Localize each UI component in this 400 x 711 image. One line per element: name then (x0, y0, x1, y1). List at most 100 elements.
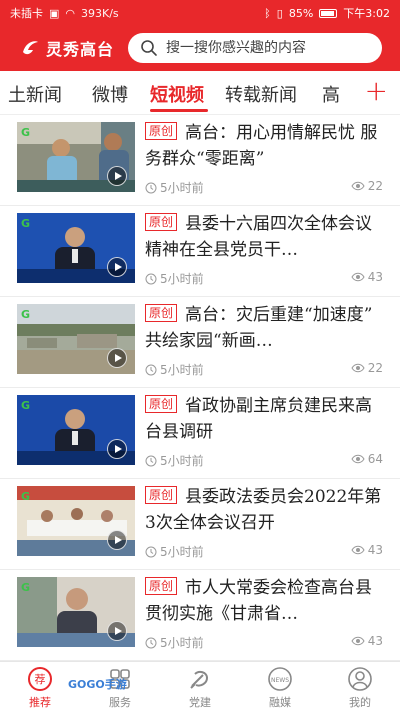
play-icon[interactable] (107, 621, 127, 641)
view-count: 22 (367, 361, 383, 375)
sim-icon: ▣ (49, 6, 60, 20)
user-icon (348, 667, 372, 691)
nav-label: 融媒 (269, 696, 291, 709)
nav-media[interactable]: NEWS 融媒 (250, 666, 310, 710)
app-header: 未插卡 ▣ ◠ 393K/s ᛒ ▯ 85% 下午3:02 灵秀高台 (0, 0, 400, 71)
clock-icon (145, 273, 157, 284)
video-thumbnail[interactable]: G (17, 577, 135, 647)
news-title: 原创 高台：灾后重建“加速度” 共绘家园“新画… (145, 304, 373, 351)
view-count: 43 (367, 543, 383, 557)
battery-percent: 85% (288, 6, 314, 20)
clock-icon (145, 364, 157, 375)
play-icon[interactable] (107, 166, 127, 186)
tab-reprint-news[interactable]: 转载新闻 (225, 81, 297, 107)
news-title: 原创 高台：用心用情解民忧 服务群众“零距离” (145, 122, 378, 169)
play-icon[interactable] (107, 348, 127, 368)
eye-icon (351, 363, 365, 373)
carrier-label: 未插卡 (10, 7, 43, 20)
eye-icon (351, 454, 365, 464)
original-badge: 原创 (145, 213, 178, 231)
eye-icon (351, 545, 365, 555)
eye-icon (351, 272, 365, 282)
original-badge: 原创 (145, 577, 178, 595)
channel-logo-icon: G (21, 581, 31, 594)
channel-tabs: 土新闻 微博 短视频 转载新闻 高 + (0, 71, 400, 115)
network-speed: 393K/s (81, 6, 119, 20)
original-badge: 原创 (145, 395, 178, 413)
clock-icon (145, 546, 157, 557)
publish-time: 5小时前 (160, 363, 204, 377)
nav-recommend[interactable]: 荐 推荐 (10, 666, 70, 710)
news-title: 原创 市人大常委会检查高台县贯彻实施《甘肃省… (145, 577, 373, 624)
watermark: GOGO手游 (68, 678, 127, 691)
list-item[interactable]: G 原创 高台：用心用情解民忧 服务群众“零距离” 5小时前 22 (0, 116, 400, 206)
nav-label: 推荐 (29, 696, 51, 709)
news-icon: NEWS (268, 667, 292, 691)
play-icon[interactable] (107, 530, 127, 550)
publish-time: 5小时前 (160, 636, 204, 650)
svg-text:荐: 荐 (35, 673, 46, 686)
list-item[interactable]: G 原创 高台：灾后重建“加速度” 共绘家园“新画… 5小时前 22 (0, 298, 400, 388)
play-icon[interactable] (107, 257, 127, 277)
wifi-icon: ◠ (65, 6, 76, 20)
list-item[interactable]: G 原创 县委政法委员会2022年第3次全体会议召开 5小时前 43 (0, 480, 400, 570)
bluetooth-icon: ᛒ (264, 6, 271, 20)
original-badge: 原创 (145, 304, 178, 322)
app-name: 灵秀高台 (46, 40, 115, 59)
search-input[interactable] (166, 40, 376, 56)
video-thumbnail[interactable]: G (17, 122, 135, 192)
original-badge: 原创 (145, 122, 178, 140)
clock-icon (145, 637, 157, 648)
list-item[interactable]: G 原创 县委十六届四次全体会议精神在全县党员干… 5小时前 43 (0, 207, 400, 297)
publish-time: 5小时前 (160, 181, 204, 195)
search-icon (141, 40, 157, 56)
publish-time: 5小时前 (160, 545, 204, 559)
channel-logo-icon: G (21, 490, 31, 503)
view-count: 64 (367, 452, 383, 466)
nav-label: 服务 (109, 696, 131, 709)
video-thumbnail[interactable]: G (17, 213, 135, 283)
vibrate-icon: ▯ (276, 6, 283, 20)
active-tab-indicator (150, 109, 208, 112)
channel-logo-icon: G (21, 217, 31, 230)
nav-profile[interactable]: 我的 (330, 666, 390, 710)
tab-short-video[interactable]: 短视频 (150, 81, 204, 107)
search-bar[interactable] (128, 33, 382, 63)
news-title: 原创 省政协副主席贠建民来高台县调研 (145, 395, 373, 442)
video-thumbnail[interactable]: G (17, 395, 135, 465)
view-count: 43 (367, 634, 383, 648)
nav-label: 党建 (189, 696, 211, 709)
view-count: 22 (367, 179, 383, 193)
tab-weibo[interactable]: 微博 (92, 81, 128, 107)
party-emblem-icon (190, 670, 209, 689)
eye-icon (351, 181, 365, 191)
publish-time: 5小时前 (160, 272, 204, 286)
play-icon[interactable] (107, 439, 127, 459)
nav-label: 我的 (349, 696, 371, 709)
tab-gaotai[interactable]: 高 (322, 81, 340, 107)
list-item[interactable]: G 原创 省政协副主席贠建民来高台县调研 5小时前 64 (0, 389, 400, 479)
view-count: 43 (367, 270, 383, 284)
clock: 下午3:02 (343, 7, 390, 20)
publish-time: 5小时前 (160, 454, 204, 468)
news-title: 原创 县委十六届四次全体会议精神在全县党员干… (145, 213, 373, 260)
video-thumbnail[interactable]: G (17, 304, 135, 374)
clock-icon (145, 182, 157, 193)
channel-logo-icon: G (21, 399, 31, 412)
clock-icon (145, 455, 157, 466)
video-thumbnail[interactable]: G (17, 486, 135, 556)
channel-logo-icon: G (21, 126, 31, 139)
add-channel-button[interactable]: + (365, 77, 388, 105)
eye-icon (351, 636, 365, 646)
tab-local-news[interactable]: 土新闻 (8, 81, 62, 107)
bottom-nav: 荐 推荐 服务 党建 NEWS 融媒 我的 GOGO手游 (0, 661, 400, 711)
list-item[interactable]: G 原创 市人大常委会检查高台县贯彻实施《甘肃省… 5小时前 43 (0, 571, 400, 661)
logo-icon (23, 41, 38, 55)
battery-icon (319, 8, 338, 18)
nav-party[interactable]: 党建 (170, 666, 230, 710)
original-badge: 原创 (145, 486, 178, 504)
app-logo: 灵秀高台 (20, 36, 114, 60)
svg-text:NEWS: NEWS (271, 677, 289, 684)
news-title: 原创 县委政法委员会2022年第3次全体会议召开 (145, 486, 382, 533)
recommend-icon: 荐 (28, 667, 52, 691)
